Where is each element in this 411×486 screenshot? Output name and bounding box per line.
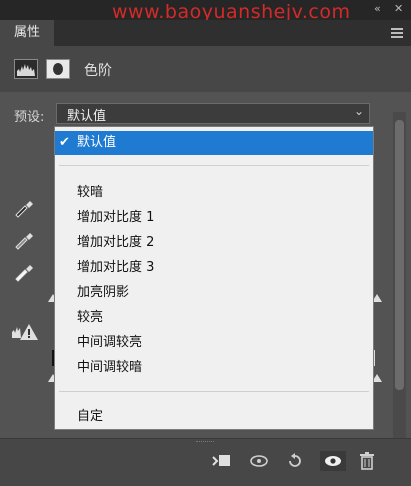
- chevron-down-icon: ⌄: [353, 104, 364, 118]
- tab-properties[interactable]: 属性: [0, 20, 54, 46]
- panel-menu-icon[interactable]: [391, 28, 403, 38]
- panel-header: 色阶: [0, 46, 411, 92]
- dropdown-item[interactable]: 增加对比度 3: [55, 256, 373, 280]
- dropdown-item[interactable]: 中间调较暗: [55, 356, 373, 380]
- dropdown-item[interactable]: 加亮阴影: [55, 281, 373, 305]
- dropdown-item[interactable]: 较亮: [55, 306, 373, 330]
- gray-point-eyedropper-icon[interactable]: [13, 228, 37, 250]
- tab-bar: 属性: [0, 20, 411, 46]
- collapse-icon[interactable]: «: [374, 2, 381, 15]
- visibility-icon[interactable]: [320, 451, 346, 471]
- dropdown-item[interactable]: 较暗: [55, 181, 373, 205]
- dropdown-item-custom[interactable]: 自定: [55, 405, 373, 429]
- preset-value: 默认值: [67, 109, 107, 124]
- dropdown-item-default[interactable]: ✔ 默认值: [55, 131, 373, 155]
- dropdown-item[interactable]: 中间调较亮: [55, 331, 373, 355]
- title-strip: www.baoyuanshejv.com « ✕: [0, 0, 411, 23]
- view-previous-state-icon[interactable]: [248, 451, 270, 471]
- preset-label: 预设:: [14, 110, 45, 125]
- white-point-eyedropper-icon[interactable]: [13, 260, 37, 282]
- check-icon: ✔: [59, 135, 70, 150]
- panel-scrollbar[interactable]: [393, 112, 406, 438]
- clipping-warning-icon[interactable]: [11, 322, 39, 346]
- trash-icon[interactable]: [356, 451, 378, 471]
- panel-footer: [0, 438, 411, 486]
- levels-histogram-icon: [14, 59, 38, 79]
- dropdown-item-label: 默认值: [77, 135, 117, 150]
- resize-grip[interactable]: [196, 441, 214, 444]
- black-point-eyedropper-icon[interactable]: [13, 196, 37, 218]
- scroll-thumb[interactable]: [395, 120, 404, 390]
- dropdown-separator: [59, 165, 369, 166]
- dropdown-item[interactable]: 增加对比度 1: [55, 206, 373, 230]
- panel-title: 色阶: [84, 63, 112, 79]
- preset-select[interactable]: 默认值 ⌄: [56, 103, 370, 124]
- dropdown-item[interactable]: 增加对比度 2: [55, 231, 373, 255]
- reset-icon[interactable]: [284, 451, 306, 471]
- dropdown-separator: [59, 391, 369, 392]
- clip-to-layer-icon[interactable]: [210, 451, 232, 471]
- close-icon[interactable]: ✕: [394, 2, 403, 15]
- layer-mask-icon[interactable]: [46, 59, 70, 79]
- preset-dropdown: ✔ 默认值 较暗 增加对比度 1 增加对比度 2 增加对比度 3 加亮阴影 较亮…: [54, 126, 374, 430]
